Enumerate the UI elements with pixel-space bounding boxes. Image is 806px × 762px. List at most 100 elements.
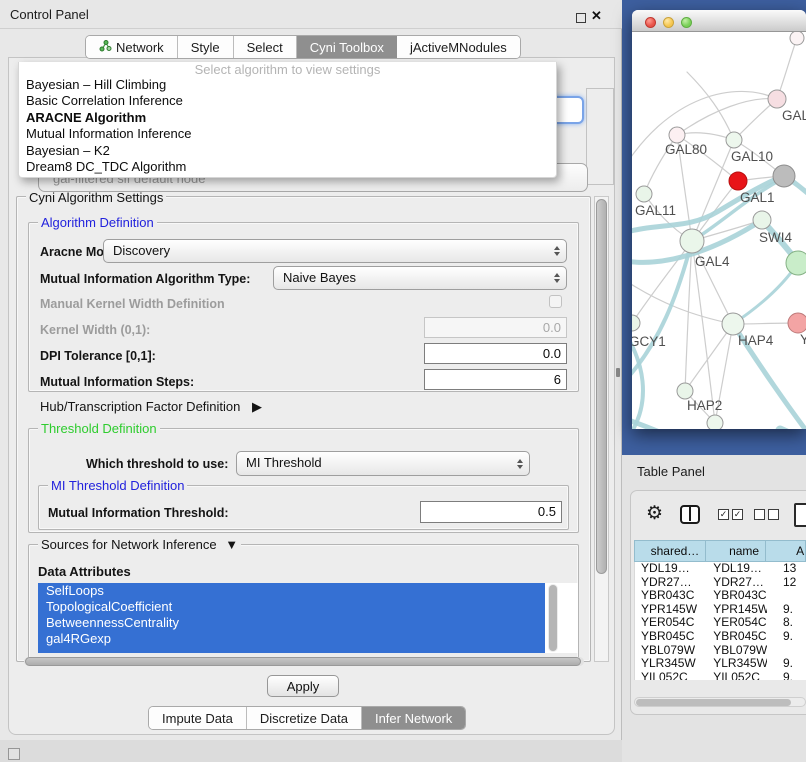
tab-label: Style — [191, 40, 220, 55]
algorithm-list-item[interactable]: Bayesian – K2 — [19, 143, 556, 159]
tab-style[interactable]: Style — [178, 36, 234, 58]
export-table-icon[interactable] — [794, 503, 806, 527]
table-row[interactable]: YBR045CYBR045C9. — [635, 630, 806, 644]
manual-kernel-checkbox[interactable] — [549, 295, 562, 308]
network-node-gal4[interactable] — [680, 229, 704, 253]
aracne-mode-combo[interactable]: Discovery — [103, 239, 567, 263]
mi-threshold-field[interactable]: 0.5 — [420, 501, 562, 523]
table-cell: YPR145W — [635, 603, 707, 617]
network-node-gal[interactable] — [768, 90, 786, 108]
dpi-tolerance-field[interactable]: 0.0 — [424, 343, 567, 364]
algorithm-list-item[interactable]: ARACNE Algorithm — [19, 110, 556, 126]
bottom-tab-discretize-data[interactable]: Discretize Data — [247, 707, 362, 729]
hub-section-toggle[interactable]: Hub/Transcription Factor Definition ▶ — [40, 399, 262, 415]
attributes-scrollbar[interactable] — [548, 584, 558, 652]
zoom-traffic-light-icon[interactable] — [681, 17, 692, 28]
deselect-all-checkboxes-icon[interactable] — [754, 509, 779, 520]
tab-label: Cyni Toolbox — [310, 40, 384, 55]
apply-button[interactable]: Apply — [267, 675, 339, 697]
bottom-tab-infer-network[interactable]: Infer Network — [362, 707, 465, 729]
tab-network[interactable]: Network — [86, 36, 178, 58]
settings-horizontal-scrollbar[interactable] — [24, 657, 584, 666]
gear-icon[interactable]: ⚙ — [646, 502, 663, 525]
close-traffic-light-icon[interactable] — [645, 17, 656, 28]
table-cell: 12 — [767, 576, 806, 590]
network-node-gal80[interactable] — [669, 127, 685, 143]
kernel-width-field[interactable]: 0.0 — [424, 317, 567, 338]
table-row[interactable]: YLR345WYLR345W9. — [635, 657, 806, 671]
mi-type-label: Mutual Information Algorithm Type: — [40, 272, 250, 286]
manual-kernel-label: Manual Kernel Width Definition — [40, 297, 225, 311]
collapsed-arrow-icon: ▶ — [252, 399, 262, 414]
column-header-1[interactable]: shared… — [634, 540, 706, 562]
network-canvas[interactable]: GALGAL80GAL10GAL1GAL11SWI4GAL4GCY1HAP4YH… — [632, 32, 806, 429]
network-node-hap2[interactable] — [677, 383, 693, 399]
network-node[interactable] — [773, 165, 795, 187]
bottom-tab-impute-data[interactable]: Impute Data — [149, 707, 247, 729]
attribute-item-partial[interactable] — [38, 647, 545, 653]
table-cell: YBL079W — [707, 644, 767, 658]
table-horizontal-scrollbar[interactable] — [634, 697, 806, 707]
table-cell: 9. — [767, 630, 806, 644]
settings-vertical-scrollbar[interactable] — [594, 196, 609, 662]
network-node-gal1[interactable] — [729, 172, 747, 190]
table-row[interactable]: YBR043CYBR043C — [635, 589, 806, 603]
mi-threshold-label: Mutual Information Threshold: — [48, 506, 229, 520]
tab-cyni-toolbox[interactable]: Cyni Toolbox — [297, 36, 397, 58]
node-label: GAL10 — [731, 149, 773, 164]
mi-threshold-group-title: MI Threshold Definition — [48, 478, 187, 493]
network-node-gcy1[interactable] — [632, 315, 640, 331]
table-row[interactable]: YBL079WYBL079W — [635, 644, 806, 658]
table-row[interactable]: YPR145WYPR145W9. — [635, 603, 806, 617]
algorithm-list-item[interactable]: Basic Correlation Inference — [19, 93, 556, 109]
table-row[interactable]: YIL052CYIL052C9. — [635, 671, 806, 680]
algorithm-list-item[interactable]: Bayesian – Hill Climbing — [19, 77, 556, 93]
attribute-item-selected[interactable]: BetweennessCentrality — [38, 615, 545, 631]
network-node-gal11[interactable] — [636, 186, 652, 202]
select-all-checkboxes-icon[interactable]: ✓✓ — [718, 509, 743, 520]
column-header-3[interactable]: A — [766, 540, 806, 562]
table-header-row[interactable]: shared…nameA — [634, 540, 806, 562]
tab-select[interactable]: Select — [234, 36, 297, 58]
panel-splitter-handle[interactable] — [616, 368, 620, 377]
table-body[interactable]: YDL19…YDL19…13YDR27…YDR27…12YBR043CYBR04… — [634, 562, 806, 680]
minimize-traffic-light-icon[interactable] — [663, 17, 674, 28]
network-window-titlebar[interactable] — [632, 10, 806, 32]
combo-spinner-icon — [517, 452, 523, 475]
network-node-y[interactable] — [788, 313, 806, 333]
network-node-gal10[interactable] — [726, 132, 742, 148]
algorithm-dropdown-popup: Select algorithm to view settings Bayesi… — [18, 62, 557, 178]
minimized-panel-icon[interactable] — [8, 748, 20, 760]
table-cell: YDR27… — [635, 576, 707, 590]
node-attribute-table[interactable]: shared…nameA YDL19…YDL19…13YDR27…YDR27…1… — [634, 540, 806, 690]
network-node[interactable] — [786, 251, 806, 275]
table-toolbar: ⚙ ✓✓ — [630, 498, 806, 536]
column-layout-icon[interactable] — [680, 505, 700, 524]
network-node-swi4[interactable] — [753, 211, 771, 229]
which-threshold-combo[interactable]: MI Threshold — [236, 451, 530, 476]
sources-group-title[interactable]: Sources for Network Inference ▼ — [38, 537, 241, 552]
float-window-icon[interactable] — [576, 13, 586, 23]
network-node[interactable] — [790, 32, 804, 45]
table-panel-title: Table Panel — [637, 464, 705, 479]
tab-jactivemnodules[interactable]: jActiveMNodules — [397, 36, 520, 58]
table-row[interactable]: YDR27…YDR27…12 — [635, 576, 806, 590]
column-header-2[interactable]: name — [706, 540, 766, 562]
attribute-item-selected[interactable]: TopologicalCoefficient — [38, 599, 545, 615]
attribute-item-selected[interactable]: gal4RGexp — [38, 631, 545, 647]
mi-type-combo[interactable]: Naive Bayes — [273, 266, 567, 290]
mi-steps-field[interactable]: 6 — [424, 369, 567, 390]
algorithm-list-item[interactable]: Mutual Information Inference — [19, 126, 556, 142]
network-node[interactable] — [707, 415, 723, 429]
network-icon — [99, 39, 112, 55]
data-attributes-list[interactable]: SelfLoopsTopologicalCoefficientBetweenne… — [38, 583, 578, 653]
algorithm-list-item[interactable]: Dream8 DC_TDC Algorithm — [19, 159, 556, 175]
close-icon[interactable]: ✕ — [591, 8, 602, 24]
attribute-item-selected[interactable]: SelfLoops — [38, 583, 545, 599]
network-node-hap4[interactable] — [722, 313, 744, 335]
table-cell: YIL052C — [707, 671, 767, 680]
algorithm-placeholder: Select algorithm to view settings — [19, 62, 556, 77]
table-row[interactable]: YER054CYER054C8. — [635, 616, 806, 630]
table-row[interactable]: YDL19…YDL19…13 — [635, 562, 806, 576]
network-edge — [733, 263, 798, 324]
